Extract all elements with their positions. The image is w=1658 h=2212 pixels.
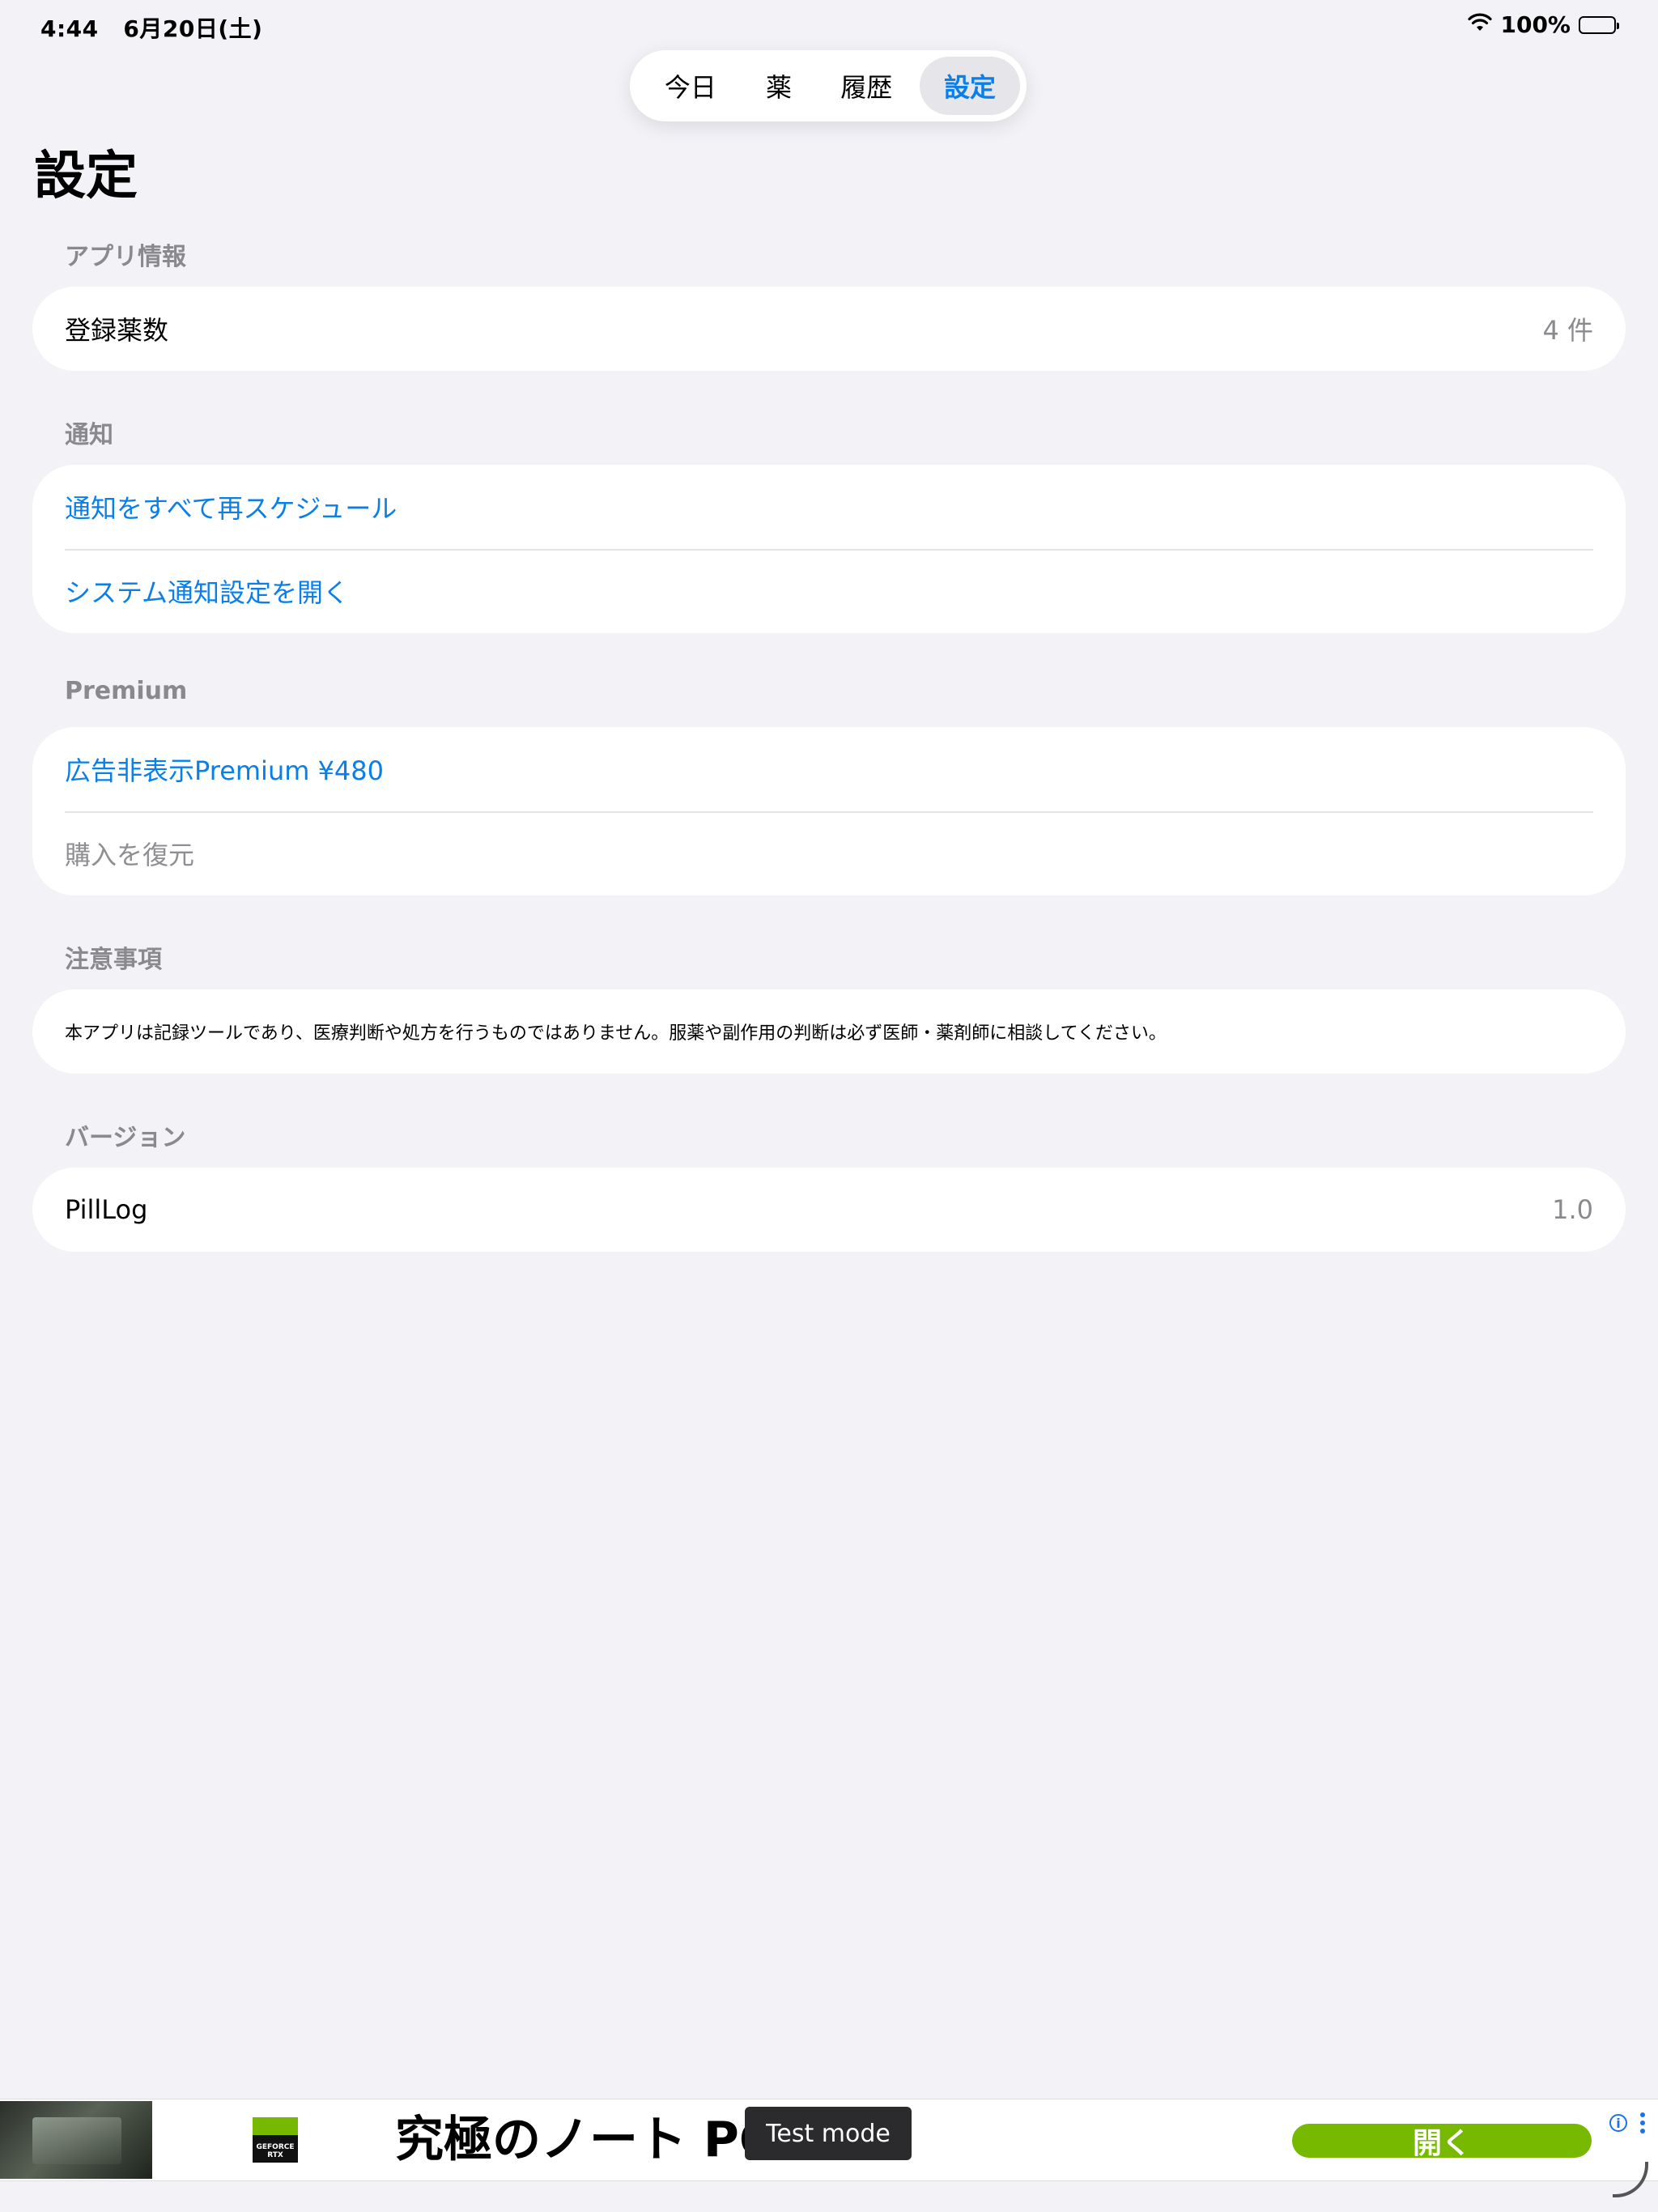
section-header-premium: Premium	[65, 677, 188, 705]
notes-card: 本アプリは記録ツールであり、医療判断や処方を行うものではありません。服薬や副作用…	[32, 989, 1626, 1074]
status-date: 6月20日(土)	[123, 15, 263, 42]
section-header-notifications: 通知	[65, 421, 113, 449]
open-system-notification-settings-button[interactable]: システム通知設定を開く	[32, 549, 1626, 633]
ad-open-button[interactable]: 開く	[1292, 2124, 1592, 2160]
registered-medicines-row: 登録薬数 4 件	[32, 287, 1626, 371]
tab-today[interactable]: 今日	[636, 57, 745, 115]
status-clock: 4:44	[40, 15, 99, 42]
section-header-version: バージョン	[65, 1124, 186, 1152]
tab-medicines[interactable]: 薬	[745, 57, 814, 115]
app-name: PillLog	[65, 1194, 148, 1225]
battery-full-icon	[1579, 15, 1619, 34]
resize-handle-icon	[1613, 2162, 1648, 2197]
registered-medicines-count: 4 件	[1542, 315, 1593, 346]
app-version-row: PillLog 1.0	[32, 1168, 1626, 1252]
reschedule-notifications-button[interactable]: 通知をすべて再スケジュール	[32, 465, 1626, 549]
premium-card: 広告非表示Premium ¥480 購入を復元	[32, 727, 1626, 895]
test-mode-badge: Test mode	[745, 2107, 912, 2160]
battery-percent: 100%	[1500, 11, 1571, 38]
page-title: 設定	[34, 147, 138, 206]
ad-product-image[interactable]	[0, 2101, 152, 2179]
section-header-app-info: アプリ情報	[65, 243, 186, 271]
tab-history[interactable]: 履歴	[813, 57, 920, 115]
purchase-premium-button[interactable]: 広告非表示Premium ¥480	[32, 727, 1626, 811]
version-card: PillLog 1.0	[32, 1168, 1626, 1252]
notifications-card: 通知をすべて再スケジュール システム通知設定を開く	[32, 465, 1626, 633]
section-header-notes: 注意事項	[65, 946, 162, 974]
disclaimer-row: 本アプリは記録ツールであり、医療判断や処方を行うものではありません。服薬や副作用…	[32, 989, 1626, 1074]
info-icon[interactable]: i	[1609, 2114, 1627, 2132]
wifi-icon	[1468, 11, 1493, 38]
disclaimer-text: 本アプリは記録ツールであり、医療判断や処方を行うものではありません。服薬や副作用…	[65, 1023, 1167, 1044]
ad-brand-logo: GEFORCE RTX	[253, 2117, 298, 2163]
more-vertical-icon[interactable]	[1640, 2112, 1645, 2133]
app-version: 1.0	[1552, 1194, 1593, 1225]
restore-purchase-button[interactable]: 購入を復元	[32, 811, 1626, 895]
top-tab-bar: 今日 薬 履歴 設定	[630, 50, 1027, 121]
registered-medicines-label: 登録薬数	[65, 315, 169, 346]
status-time: 4:44 6月20日(土)	[40, 11, 262, 44]
app-info-card: 登録薬数 4 件	[32, 287, 1626, 371]
ad-headline[interactable]: 究極のノート PC	[395, 2112, 775, 2167]
status-indicators: 100%	[1468, 11, 1619, 38]
tab-settings[interactable]: 設定	[920, 57, 1021, 115]
status-bar: 4:44 6月20日(土) 100%	[0, 0, 1658, 52]
